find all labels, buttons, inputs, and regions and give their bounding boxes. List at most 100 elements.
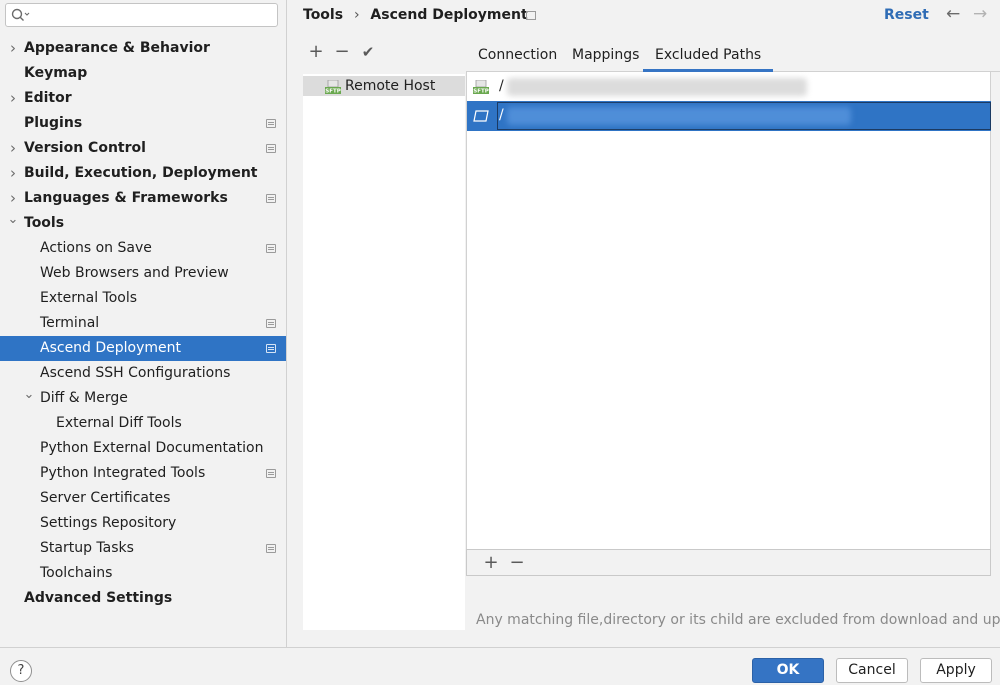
sidebar-item-label: Tools [24,215,65,231]
breadcrumb-current: Ascend Deployment [370,7,528,23]
back-arrow-icon[interactable]: ← [946,4,960,24]
sidebar-item-label: Keymap [24,65,88,81]
project-level-icon [266,144,276,153]
excluded-paths-list: SFTP / / [466,72,991,549]
excluded-path-row[interactable]: SFTP / [467,72,991,102]
sidebar-item-label: External Tools [40,290,138,306]
sidebar-item-label: Advanced Settings [24,590,173,606]
sidebar-item-plugins[interactable]: Plugins [0,111,286,136]
add-excluded-path-button[interactable]: + [481,551,501,575]
excluded-paths-toolbar: + − [466,549,991,576]
search-icon [11,8,30,21]
chevron-right-icon[interactable]: › [7,86,19,111]
sidebar-item-label: Build, Execution, Deployment [24,165,258,181]
host-name: Remote Host [345,78,436,94]
sidebar-item-diff-merge[interactable]: ⌄ Diff & Merge [0,386,286,411]
sidebar-item-keymap[interactable]: Keymap [0,61,286,86]
excluded-path-text: / [499,78,504,94]
sidebar-item-label: Startup Tasks [40,540,134,556]
sidebar-item-tools[interactable]: ⌄ Tools [0,211,286,236]
sidebar-item-external-diff-tools[interactable]: External Diff Tools [0,411,286,436]
sidebar-item-label: Appearance & Behavior [24,40,210,56]
sidebar-item-actions-on-save[interactable]: Actions on Save [0,236,286,261]
remove-excluded-path-button[interactable]: − [507,551,527,575]
sidebar-item-terminal[interactable]: Terminal [0,311,286,336]
chevron-down-icon[interactable]: ⌄ [23,382,35,407]
ok-button[interactable]: OK [752,658,824,683]
project-level-icon [266,244,276,253]
sidebar-item-label: Terminal [40,315,100,331]
deployment-tabs: Connection Mappings Excluded Paths [466,41,1000,72]
sidebar-item-build-execution-deployment[interactable]: › Build, Execution, Deployment [0,161,286,186]
sidebar-item-version-control[interactable]: › Version Control [0,136,286,161]
sidebar-item-languages-frameworks[interactable]: › Languages & Frameworks [0,186,286,211]
excluded-paths-hint: Any matching file,directory or its child… [476,612,1000,628]
sidebar-item-web-browsers-and-preview[interactable]: Web Browsers and Preview [0,261,286,286]
breadcrumb: Tools › Ascend Deployment [303,7,528,23]
breadcrumb-parent[interactable]: Tools [303,7,343,23]
svg-text:SFTP: SFTP [325,89,341,94]
host-list: SFTP Remote Host [303,74,465,630]
sidebar-item-label: Plugins [24,115,83,131]
local-folder-icon [473,110,489,122]
add-host-button[interactable]: + [306,40,326,64]
settings-tree: › Appearance & Behavior Keymap › Editor Plugi… [0,36,286,611]
settings-header: Tools › Ascend Deployment Reset ← → [288,0,1000,32]
sidebar-item-label: Web Browsers and Preview [40,265,229,281]
tab-connection[interactable]: Connection [466,41,569,72]
sidebar-item-label: Editor [24,90,72,106]
sidebar-item-appearance-behavior[interactable]: › Appearance & Behavior [0,36,286,61]
chevron-down-icon[interactable]: ⌄ [7,207,19,232]
project-level-icon [266,194,276,203]
sidebar-item-settings-repository[interactable]: Settings Repository [0,511,286,536]
project-level-icon [266,544,276,553]
sidebar-item-label: Settings Repository [40,515,177,531]
chevron-right-icon[interactable]: › [7,36,19,61]
tab-mappings[interactable]: Mappings [560,41,651,72]
breadcrumb-separator: › [353,7,360,23]
project-level-icon [526,11,536,20]
chevron-right-icon[interactable]: › [7,161,19,186]
help-button[interactable]: ? [10,660,32,682]
sidebar-item-python-external-documentation[interactable]: Python External Documentation [0,436,286,461]
sidebar-item-label: External Diff Tools [56,415,182,431]
sidebar-item-label: Python External Documentation [40,440,264,456]
forward-arrow-icon[interactable]: → [973,4,987,24]
svg-text:SFTP: SFTP [473,89,489,94]
sidebar-item-label: Version Control [24,140,146,156]
sidebar-item-ascend-ssh-configurations[interactable]: Ascend SSH Configurations [0,361,286,386]
apply-button[interactable]: Apply [920,658,992,683]
sftp-server-icon: SFTP [325,80,341,94]
tab-excluded-paths[interactable]: Excluded Paths [643,41,774,72]
host-list-item[interactable]: SFTP Remote Host [303,76,465,96]
settings-search-input[interactable] [5,3,278,27]
sidebar-item-label: Diff & Merge [40,390,128,406]
sidebar-item-startup-tasks[interactable]: Startup Tasks [0,536,286,561]
sidebar-item-server-certificates[interactable]: Server Certificates [0,486,286,511]
sidebar-item-label: Server Certificates [40,490,171,506]
sidebar-item-advanced-settings[interactable]: Advanced Settings [0,586,286,611]
reset-link[interactable]: Reset [884,7,929,23]
project-level-icon [266,344,276,353]
redacted-path [507,78,807,96]
sidebar-item-ascend-deployment[interactable]: Ascend Deployment [0,336,286,361]
excluded-path-row-selected[interactable]: / [467,101,991,131]
sidebar-item-toolchains[interactable]: Toolchains [0,561,286,586]
sftp-path-icon: SFTP [473,80,489,94]
sidebar-item-label: Ascend SSH Configurations [40,365,231,381]
sidebar-item-editor[interactable]: › Editor [0,86,286,111]
redacted-path [507,107,851,125]
cancel-button[interactable]: Cancel [836,658,908,683]
sidebar-item-external-tools[interactable]: External Tools [0,286,286,311]
settings-sidebar: › Appearance & Behavior Keymap › Editor Plugi… [0,0,287,647]
sidebar-item-label: Ascend Deployment [40,340,182,356]
sidebar-item-label: Python Integrated Tools [40,465,206,481]
host-toolbar: + − ✔ [303,40,463,64]
apply-host-button[interactable]: ✔ [358,40,378,64]
excluded-path-text: / [499,107,504,123]
sidebar-item-python-integrated-tools[interactable]: Python Integrated Tools [0,461,286,486]
chevron-right-icon[interactable]: › [7,136,19,161]
sidebar-item-label: Languages & Frameworks [24,190,228,206]
sidebar-item-label: Actions on Save [40,240,152,256]
remove-host-button[interactable]: − [332,40,352,64]
